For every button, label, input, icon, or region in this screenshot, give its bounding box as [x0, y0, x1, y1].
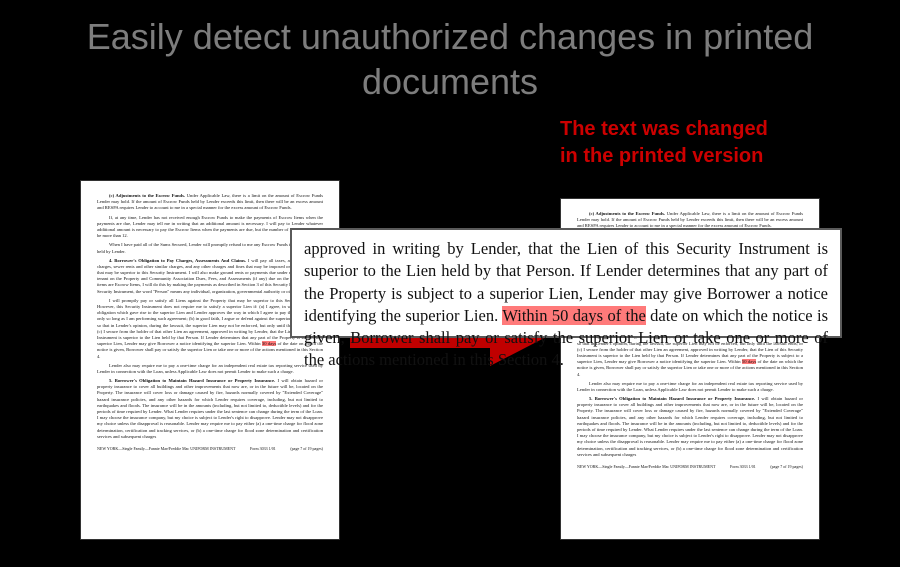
section-c-head-r: (c) Adjustments to the Escrow Funds. — [589, 211, 665, 216]
title-line-1: Easily detect unauthorized changes in pr… — [87, 16, 813, 57]
section-5-head-r: 5. Borrower's Obligation to Maintain Haz… — [589, 396, 755, 401]
highlight-changed-days: 50 days — [742, 359, 756, 364]
footer-left: NEW YORK—Single Family—Fannie Mae/Freddi… — [97, 446, 235, 451]
highlight-original-days: 30 days — [262, 341, 276, 346]
change-caption: The text was changed in the printed vers… — [560, 116, 768, 170]
page-footer-r: NEW YORK—Single Family—Fannie Mae/Freddi… — [577, 464, 803, 469]
callout-highlight: Within 50 days of the — [502, 306, 645, 325]
page-footer: NEW YORK—Single Family—Fannie Mae/Freddi… — [97, 446, 323, 451]
footer-mid: Form 3033 1/01 — [250, 446, 276, 451]
change-caption-line-2: in the printed version — [560, 145, 763, 167]
footer-mid-r: Form 3033 1/01 — [730, 464, 756, 469]
title-line-2: documents — [362, 61, 538, 102]
section-c-head: (c) Adjustments to the Escrow Funds. — [109, 193, 185, 198]
section-5-body-r: I will obtain hazard or property insuran… — [577, 396, 803, 457]
section-5-body: I will obtain hazard or property insuran… — [97, 378, 323, 439]
change-caption-line-1: The text was changed — [560, 118, 768, 140]
footer-right-r: (page 7 of 19 pages) — [770, 464, 803, 469]
section-5-head: 5. Borrower's Obligation to Maintain Haz… — [109, 378, 275, 383]
section-4-head: 4. Borrower's Obligation to Pay Charges,… — [109, 258, 246, 263]
section-4-p3-r: Lender also may require me to pay a one-… — [577, 381, 803, 393]
slide-title: Easily detect unauthorized changes in pr… — [0, 14, 900, 104]
footer-right: (page 7 of 19 pages) — [290, 446, 323, 451]
section-4-p3: Lender also may require me to pay a one-… — [97, 363, 323, 375]
zoom-callout: approved in writing by Lender, that the … — [290, 228, 842, 338]
footer-left-r: NEW YORK—Single Family—Fannie Mae/Freddi… — [577, 464, 715, 469]
